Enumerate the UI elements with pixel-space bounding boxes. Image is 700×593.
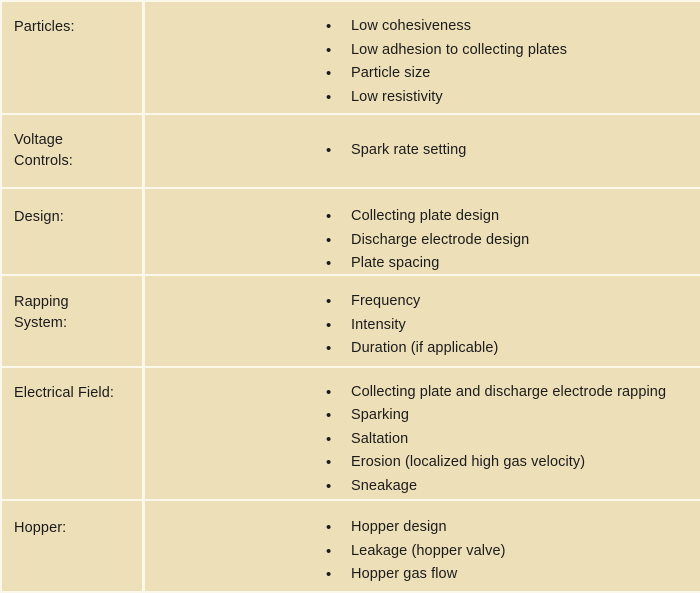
list-item: • Hopper gas flow: [145, 563, 700, 587]
list-item-label: Particle size: [351, 65, 431, 81]
bullet-icon: •: [326, 542, 332, 560]
list-item-label: Discharge electrode design: [351, 231, 530, 248]
list-item: • Discharge electrode design: [145, 229, 700, 253]
list-item: • Saltation: [145, 428, 700, 452]
bullet-list: • Spark rate setting: [145, 139, 700, 163]
bullet-icon: •: [326, 255, 332, 273]
row-items-cell: • Collecting plate design • Discharge elec…: [145, 189, 700, 276]
bullet-list: • Hopper design • Leakage (hopper valve) •…: [145, 516, 700, 587]
list-item: • Erosion (localized high gas velocity): [145, 451, 700, 475]
list-item: • Collecting plate design: [145, 205, 700, 229]
row-items-cell: • Spark rate setting: [145, 114, 700, 188]
row-label: Rapping System:: [14, 294, 69, 332]
list-item-label: Intensity: [351, 316, 406, 333]
row-label-cell: Hopper:: [2, 501, 145, 591]
bullet-list: • Low cohesiveness • Low adhesion to colle…: [145, 15, 700, 109]
list-item: • Collecting plate and discharge electrod…: [145, 381, 700, 405]
factors-table: Particles: • Low cohesiveness • Low adhesi…: [0, 0, 700, 593]
list-item-label: Low cohesiveness: [351, 18, 472, 34]
list-item: • Low resistivity: [145, 86, 700, 110]
table-row: Hopper: • Hopper design • Leakage (hopper …: [2, 501, 700, 591]
bullet-icon: •: [326, 88, 332, 106]
bullet-icon: •: [326, 566, 332, 584]
row-label-cell: Particles:: [2, 2, 145, 113]
bullet-icon: •: [326, 41, 332, 59]
bullet-list: • Collecting plate design • Discharge elec…: [145, 205, 700, 276]
list-item-label: Low resistivity: [351, 88, 443, 105]
row-label-cell: Voltage Controls:: [2, 114, 145, 188]
bullet-icon: •: [326, 477, 332, 495]
bullet-icon: •: [326, 316, 332, 334]
list-item-label: Duration (if applicable): [351, 340, 499, 357]
bullet-list: • Collecting plate and discharge electrod…: [145, 381, 700, 499]
row-label-cell: Electrical Field:: [2, 367, 145, 500]
list-item-label: Erosion (localized high gas velocity): [351, 454, 586, 471]
list-item: • Duration (if applicable): [145, 337, 700, 361]
list-item-label: Leakage (hopper valve): [351, 542, 506, 559]
bullet-icon: •: [326, 454, 332, 472]
table-row: Electrical Field: • Collecting plate and …: [2, 367, 700, 502]
bullet-icon: •: [326, 208, 332, 226]
table-row: Voltage Controls: • Spark rate setting: [2, 114, 700, 190]
row-items-cell: • Frequency • Intensity • Duration (if appl…: [145, 276, 700, 366]
bullet-icon: •: [326, 293, 332, 311]
list-item: • Sparking: [145, 404, 700, 428]
bullet-icon: •: [326, 383, 332, 401]
list-item: • Low cohesiveness: [145, 15, 700, 39]
list-item-label: Plate spacing: [351, 255, 440, 272]
bullet-icon: •: [326, 65, 332, 82]
row-label: Particles:: [14, 19, 75, 35]
list-item: • Plate spacing: [145, 252, 700, 276]
list-item: • Particle size: [145, 62, 700, 86]
row-items-cell: • Hopper design • Leakage (hopper valve) •…: [145, 501, 700, 591]
row-label: Hopper:: [14, 520, 67, 537]
table-row: Design: • Collecting plate design • Discha…: [2, 189, 700, 277]
list-item: • Intensity: [145, 314, 700, 338]
list-item-label: Hopper gas flow: [351, 566, 458, 583]
list-item: • Sneakage: [145, 475, 700, 499]
bullet-icon: •: [326, 340, 332, 358]
bullet-icon: •: [326, 231, 332, 249]
bullet-list: • Frequency • Intensity • Duration (if appl…: [145, 290, 700, 361]
list-item-label: Spark rate setting: [351, 141, 467, 158]
bullet-icon: •: [326, 141, 332, 159]
list-item: • Hopper design: [145, 516, 700, 540]
list-item-label: Collecting plate design: [351, 208, 500, 225]
list-item-label: Hopper design: [351, 519, 447, 536]
list-item-label: Frequency: [351, 293, 421, 310]
row-items-cell: • Low cohesiveness • Low adhesion to colle…: [145, 2, 700, 113]
table-row: Particles: • Low cohesiveness • Low adhesi…: [2, 2, 700, 115]
list-item: • Low adhesion to collecting plates: [145, 39, 700, 63]
row-items-cell: • Collecting plate and discharge electrod…: [145, 367, 700, 500]
list-item: • Spark rate setting: [145, 139, 700, 163]
bullet-icon: •: [326, 407, 332, 425]
row-label: Voltage Controls:: [14, 131, 73, 169]
row-label: Design:: [14, 209, 64, 226]
list-item-label: Sneakage: [351, 477, 418, 494]
row-label: Electrical Field:: [14, 384, 115, 401]
list-item-label: Collecting plate and discharge electrode…: [351, 383, 667, 400]
row-label-cell: Rapping System:: [2, 276, 145, 366]
table-row: Rapping System: • Frequency • Intensity • D…: [2, 276, 700, 368]
list-item: • Leakage (hopper valve): [145, 540, 700, 564]
bullet-icon: •: [326, 519, 332, 537]
row-label-cell: Design:: [2, 189, 145, 275]
list-item-label: Saltation: [351, 430, 409, 447]
list-item-label: Sparking: [351, 407, 410, 424]
list-item: • Frequency: [145, 290, 700, 314]
bullet-icon: •: [326, 430, 332, 448]
bullet-icon: •: [326, 18, 332, 35]
list-item-label: Low adhesion to collecting plates: [351, 41, 568, 58]
